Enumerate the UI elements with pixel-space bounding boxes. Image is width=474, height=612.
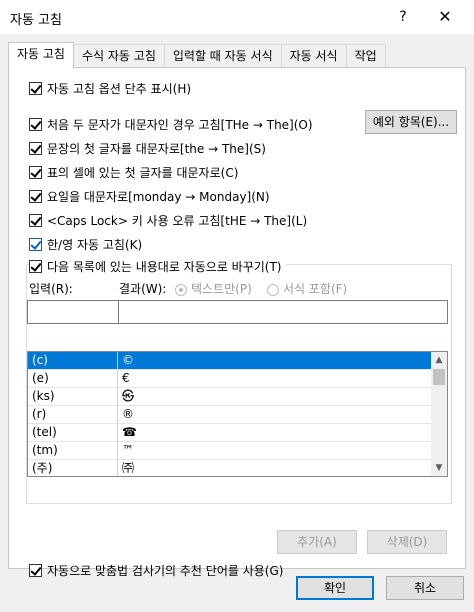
close-button[interactable]: ✕ — [434, 6, 456, 28]
scroll-down-arrow-icon[interactable]: ▼ — [431, 460, 447, 476]
list-item-value: ㉿ — [122, 389, 135, 403]
list-item-value: ☎ — [122, 425, 137, 439]
help-button[interactable]: ? — [392, 6, 414, 28]
cancel-button[interactable]: 취소 — [386, 576, 464, 600]
replace-text-option[interactable]: 다음 목록에 있는 내용대로 자동으로 바꾸기(T) — [29, 258, 286, 275]
list-item[interactable]: (주) ㈜ — [28, 460, 431, 476]
capitalize-sentences-checkbox[interactable] — [29, 142, 42, 155]
title-bar: 자동 고침 ? ✕ — [0, 0, 474, 34]
input-label: 입력(R): — [29, 282, 73, 296]
tab-autocorrect[interactable]: 자동 고침 — [8, 42, 74, 69]
list-item-key: (e) — [28, 370, 118, 387]
capitalize-days-checkbox[interactable] — [29, 190, 42, 203]
replace-result-field[interactable] — [118, 300, 448, 324]
tab-actions[interactable]: 작업 — [345, 44, 386, 68]
dialog-body: 자동 고침 수식 자동 고침 입력할 때 자동 서식 자동 서식 작업 자동 고… — [0, 34, 474, 612]
replace-input-field[interactable] — [27, 300, 119, 324]
capitalize-days-label: 요일을 대문자로[monday → Monday](N) — [47, 190, 270, 204]
formatted-text-radio-option[interactable]: 서식 포함(F) — [267, 280, 347, 297]
two-initial-caps-checkbox[interactable] — [29, 118, 42, 131]
formatted-text-radio[interactable] — [267, 283, 279, 296]
capitalize-table-cells-label: 표의 셀에 있는 첫 글자를 대문자로(C) — [47, 166, 239, 180]
list-item-value: ™ — [122, 443, 134, 457]
plain-text-radio-option[interactable]: 텍스트만(P) — [175, 280, 252, 297]
add-button[interactable]: 추가(A) — [277, 530, 357, 554]
list-item-value: ® — [122, 407, 134, 421]
ok-button[interactable]: 확인 — [296, 576, 374, 600]
replace-text-checkbox[interactable] — [29, 260, 42, 273]
scroll-up-arrow-icon[interactable]: ▲ — [431, 352, 447, 368]
tab-autoformat[interactable]: 자동 서식 — [280, 44, 347, 68]
tab-strip: 자동 고침 수식 자동 고침 입력할 때 자동 서식 자동 서식 작업 — [8, 42, 386, 69]
list-item-key: (주) — [28, 460, 118, 476]
korean-english-checkbox[interactable] — [29, 238, 42, 251]
list-item-key: (c) — [28, 352, 118, 369]
scroll-thumb[interactable] — [433, 369, 445, 385]
list-item[interactable]: (ks) ㉿ — [28, 388, 431, 406]
use-spellchecker-label: 자동으로 맞춤법 검사기의 추천 단어를 사용(G) — [47, 564, 284, 578]
list-item-value: © — [122, 353, 134, 367]
capitalize-days-option[interactable]: 요일을 대문자로[monday → Monday](N) — [29, 188, 270, 205]
caps-lock-option[interactable]: <Caps Lock> 키 사용 오류 고침[tHE → The](L) — [29, 212, 307, 229]
capitalize-sentences-label: 문장의 첫 글자를 대문자로[the → The](S) — [47, 142, 266, 156]
list-item-key: (tm) — [28, 442, 118, 459]
show-buttons-label: 자동 고침 옵션 단추 표시(H) — [47, 82, 192, 96]
list-item-key: (ks) — [28, 388, 118, 405]
plain-text-radio[interactable] — [175, 283, 187, 296]
list-item[interactable]: (e) € — [28, 370, 431, 388]
list-item[interactable]: (tel) ☎ — [28, 424, 431, 442]
list-item[interactable]: (c) © — [28, 352, 431, 370]
caps-lock-checkbox[interactable] — [29, 214, 42, 227]
two-initial-caps-option[interactable]: 처음 두 문자가 대문자인 경우 고침[THe → The](O) — [29, 116, 313, 133]
plain-text-radio-label: 텍스트만(P) — [191, 282, 252, 296]
result-label: 결과(W): — [119, 282, 167, 296]
tab-autoformat-as-you-type[interactable]: 입력할 때 자동 서식 — [163, 44, 282, 68]
capitalize-sentences-option[interactable]: 문장의 첫 글자를 대문자로[the → The](S) — [29, 140, 266, 157]
tab-math-autocorrect[interactable]: 수식 자동 고침 — [72, 44, 165, 68]
show-buttons-option[interactable]: 자동 고침 옵션 단추 표시(H) — [29, 80, 191, 97]
korean-english-label: 한/영 자동 고침(K) — [47, 238, 143, 252]
use-spellchecker-option[interactable]: 자동으로 맞춤법 검사기의 추천 단어를 사용(G) — [29, 562, 283, 579]
list-item-key: (r) — [28, 406, 118, 423]
autocorrect-panel: 자동 고침 옵션 단추 표시(H) 처음 두 문자가 대문자인 경우 고침[TH… — [8, 67, 466, 578]
caps-lock-label: <Caps Lock> 키 사용 오류 고침[tHE → The](L) — [47, 214, 308, 228]
exceptions-button[interactable]: 예외 항목(E)... — [365, 110, 457, 134]
capitalize-table-cells-option[interactable]: 표의 셀에 있는 첫 글자를 대문자로(C) — [29, 164, 238, 181]
list-item-value: ㈜ — [122, 461, 135, 475]
list-scrollbar[interactable]: ▲ ▼ — [431, 352, 447, 476]
capitalize-table-cells-checkbox[interactable] — [29, 166, 42, 179]
delete-button[interactable]: 삭제(D) — [367, 530, 447, 554]
window-title: 자동 고침 — [10, 13, 62, 28]
use-spellchecker-checkbox[interactable] — [29, 564, 42, 577]
show-buttons-checkbox[interactable] — [29, 82, 42, 95]
replace-text-label: 다음 목록에 있는 내용대로 자동으로 바꾸기(T) — [47, 260, 282, 274]
replacement-list[interactable]: (c) © (e) € (ks) ㉿ (r) ® (tel) ☎ (tm) ™ — [27, 351, 448, 477]
korean-english-option[interactable]: 한/영 자동 고침(K) — [29, 236, 142, 253]
list-item-value: € — [122, 371, 130, 385]
list-item-key: (tel) — [28, 424, 118, 441]
list-item[interactable]: (tm) ™ — [28, 442, 431, 460]
formatted-text-radio-label: 서식 포함(F) — [283, 282, 348, 296]
list-item[interactable]: (r) ® — [28, 406, 431, 424]
two-initial-caps-label: 처음 두 문자가 대문자인 경우 고침[THe → The](O) — [47, 118, 313, 132]
